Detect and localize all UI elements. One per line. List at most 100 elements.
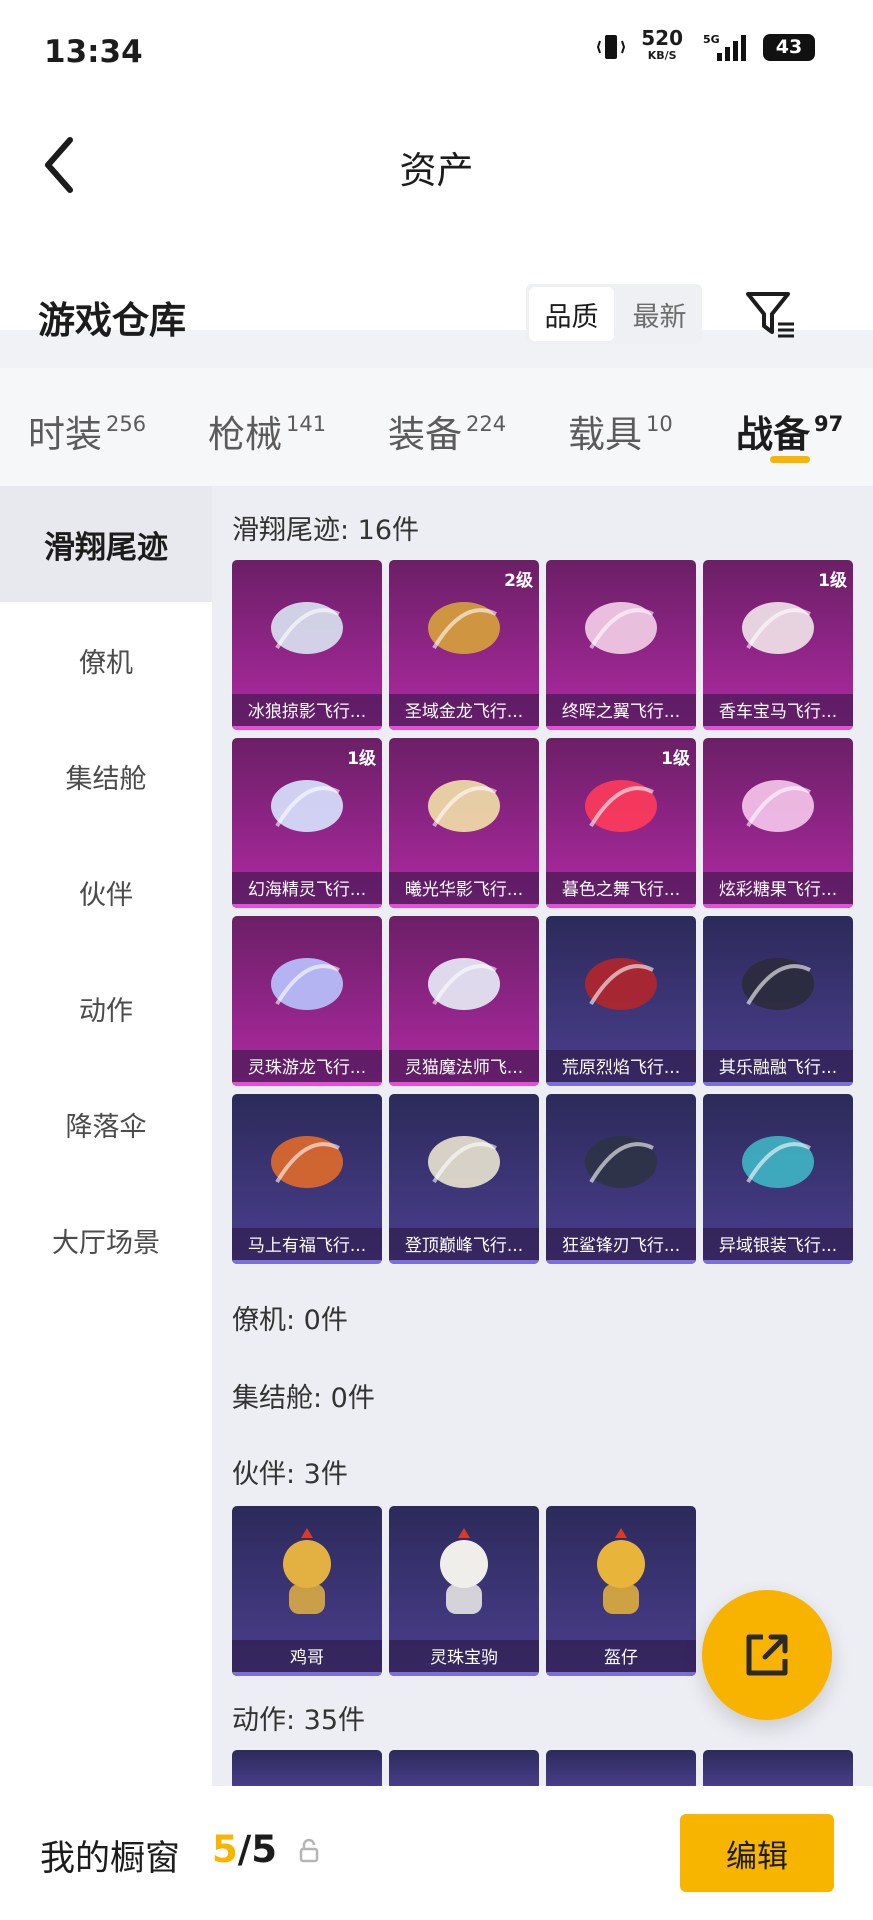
glide-item-card[interactable]: 炫彩糖果飞行... (703, 738, 853, 908)
item-name: 冰狼掠影飞行... (247, 702, 367, 722)
item-artwork (428, 1136, 500, 1188)
partner-item-card[interactable]: 灵珠宝驹 (389, 1506, 539, 1676)
glide-item-card[interactable]: 狂鲨锋刃飞行... (546, 1094, 696, 1264)
glide-item-card[interactable]: 香车宝马飞行... 1级 (703, 560, 853, 730)
share-external-icon (746, 1634, 788, 1676)
item-name: 登顶巅峰飞行... (404, 1236, 524, 1256)
partner-item-card[interactable]: 鸡哥 (232, 1506, 382, 1676)
bottom-bar: 我的橱窗 5/5 编辑 (0, 1786, 873, 1920)
glide-item-card[interactable]: 曦光华影飞行... (389, 738, 539, 908)
status-time: 13:34 (44, 34, 143, 70)
item-name: 鸡哥 (290, 1648, 324, 1668)
item-artwork (271, 1136, 343, 1188)
glide-item-card[interactable]: 异域银装飞行... (703, 1094, 853, 1264)
tab-battle-prep[interactable]: 战备 97 (736, 404, 843, 458)
action-item-card[interactable] (232, 1750, 382, 1790)
action-item-card[interactable] (703, 1750, 853, 1790)
side-item-wingman[interactable]: 僚机 (0, 602, 212, 718)
item-name: 终晖之翼飞行... (561, 702, 681, 722)
item-name: 异域银装飞行... (718, 1236, 838, 1256)
header: 资产 游戏仓库 品质 最新 (0, 100, 873, 344)
item-name: 圣域金龙飞行... (404, 702, 524, 722)
item-artwork (742, 780, 814, 832)
item-artwork (271, 958, 343, 1010)
item-artwork (742, 602, 814, 654)
side-item-action[interactable]: 动作 (0, 950, 212, 1066)
section-title: 游戏仓库 (38, 299, 186, 342)
tab-equipment[interactable]: 装备 224 (388, 404, 506, 458)
network-speed: 520 KB/S (641, 26, 683, 62)
group-heading-wingman: 僚机: 0件 (232, 1305, 348, 1336)
active-tab-indicator (770, 456, 810, 463)
glide-item-card[interactable]: 灵猫魔法师飞... (389, 916, 539, 1086)
page-title: 资产 (399, 149, 474, 192)
item-level-badge: 1级 (347, 749, 376, 769)
group-heading-partner: 伙伴: 3件 (232, 1459, 348, 1490)
side-item-parachute[interactable]: 降落伞 (0, 1066, 212, 1182)
item-name: 曦光华影飞行... (404, 880, 524, 900)
item-artwork (283, 1528, 331, 1614)
group-heading-action: 动作: 35件 (232, 1705, 366, 1736)
status-bar: 13:34 520 KB/S 5G 43 (0, 0, 873, 100)
sort-latest-button[interactable]: 最新 (617, 284, 702, 344)
signal-5g-icon: 5G (703, 33, 746, 61)
glide-item-card[interactable]: 幻海精灵飞行... 1级 (232, 738, 382, 908)
item-name: 灵猫魔法师飞... (404, 1058, 524, 1078)
item-name: 炫彩糖果飞行... (718, 880, 838, 900)
action-item-card[interactable] (546, 1750, 696, 1790)
glide-item-card[interactable]: 冰狼掠影飞行... (232, 560, 382, 730)
item-artwork (597, 1528, 645, 1614)
share-button[interactable] (702, 1590, 832, 1720)
glide-item-card[interactable]: 登顶巅峰飞行... (389, 1094, 539, 1264)
category-tabs: 时装 256 枪械 141 装备 224 载具 10 战备 97 (0, 368, 873, 486)
item-name: 狂鲨锋刃飞行... (561, 1236, 681, 1256)
item-name: 香车宝马飞行... (718, 702, 838, 722)
item-name: 灵珠游龙飞行... (247, 1058, 367, 1078)
item-artwork (742, 1136, 814, 1188)
item-level-badge: 2级 (504, 571, 533, 591)
side-item-glide-trail[interactable]: 滑翔尾迹 (0, 486, 212, 602)
filter-icon[interactable] (742, 286, 798, 342)
tab-guns[interactable]: 枪械 141 (208, 404, 326, 458)
sort-quality-button[interactable]: 品质 (529, 287, 614, 341)
edit-button[interactable]: 编辑 (680, 1814, 834, 1892)
item-artwork (440, 1528, 488, 1614)
glide-item-card[interactable]: 圣域金龙飞行... 2级 (389, 560, 539, 730)
showcase-label: 我的橱窗 (40, 1839, 181, 1879)
item-artwork (585, 780, 657, 832)
group-heading-capsule: 集结舱: 0件 (232, 1383, 375, 1414)
item-artwork (585, 602, 657, 654)
glide-item-card[interactable]: 荒原烈焰飞行... (546, 916, 696, 1086)
item-artwork (742, 958, 814, 1010)
side-item-lobby-scene[interactable]: 大厅场景 (0, 1182, 212, 1298)
item-artwork (428, 780, 500, 832)
partner-item-card[interactable]: 盔仔 (546, 1506, 696, 1676)
tab-vehicles[interactable]: 载具 10 (568, 404, 673, 458)
item-artwork (585, 958, 657, 1010)
side-menu: 滑翔尾迹 僚机 集结舱 伙伴 动作 降落伞 大厅场景 (0, 486, 212, 1786)
showcase-count: 5/5 (212, 1828, 278, 1871)
side-item-partner[interactable]: 伙伴 (0, 834, 212, 950)
vibrate-icon (597, 35, 626, 59)
item-artwork (585, 1136, 657, 1188)
glide-item-card[interactable]: 其乐融融飞行... (703, 916, 853, 1086)
glide-item-card[interactable]: 暮色之舞飞行... 1级 (546, 738, 696, 908)
action-item-card[interactable] (389, 1750, 539, 1790)
item-name: 荒原烈焰飞行... (561, 1058, 681, 1078)
group-heading-glide: 滑翔尾迹: 16件 (232, 515, 420, 546)
glide-item-card[interactable]: 马上有福飞行... (232, 1094, 382, 1264)
item-name: 其乐融融飞行... (718, 1058, 838, 1078)
lock-icon (299, 1838, 319, 1863)
side-item-capsule[interactable]: 集结舱 (0, 718, 212, 834)
glide-item-card[interactable]: 灵珠游龙飞行... (232, 916, 382, 1086)
item-name: 幻海精灵飞行... (247, 880, 367, 900)
status-icons: 520 KB/S 5G 43 (597, 26, 815, 64)
svg-text:5G: 5G (703, 33, 720, 46)
glide-item-card[interactable]: 终晖之翼飞行... (546, 560, 696, 730)
item-level-badge: 1级 (818, 571, 847, 591)
item-name: 马上有福飞行... (247, 1236, 367, 1256)
item-name: 盔仔 (604, 1648, 638, 1668)
battery-indicator: 43 (763, 33, 815, 61)
tab-fashion[interactable]: 时装 256 (28, 404, 146, 458)
item-artwork (428, 602, 500, 654)
